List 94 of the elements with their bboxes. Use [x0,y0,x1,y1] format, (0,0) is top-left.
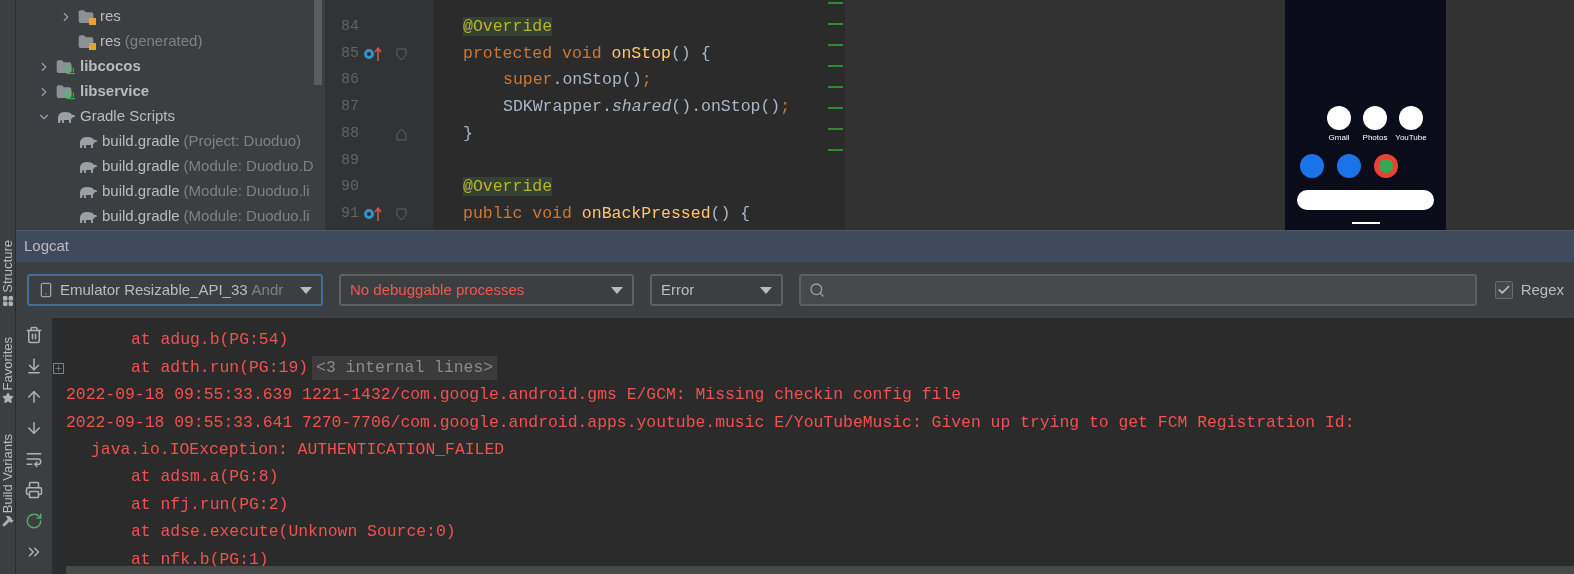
log-line: 2022-09-18 09:55:33.639 1221-1432/com.google.android.gms E/GCM: Missing checkin config file [66,384,962,407]
elephant-icon [78,159,98,174]
log-line: at nfj.run(PG:2) [131,493,289,516]
dropdown-value: No debuggable processes [350,279,525,300]
tree-item-label[interactable]: libcocos [80,55,141,78]
browser-app-icon[interactable] [1374,154,1398,178]
tree-item-label[interactable]: res [100,30,121,53]
search-bar[interactable] [1297,190,1434,210]
process-dropdown[interactable]: No debuggable processes [339,274,634,306]
dropdown-value: Emulator Resizable_API_33 [60,279,248,300]
app-label: Gmail [1328,133,1350,142]
elephant-icon [78,184,98,199]
restart-icon[interactable] [25,512,43,530]
elephant-icon [56,109,76,124]
code-line: protected void onStop() { [463,42,711,65]
side-tab-icon [1,515,14,528]
side-tab-icon [1,392,14,405]
scroll-to-end-icon[interactable] [25,357,43,375]
expand-icon[interactable] [53,362,64,374]
dropdown-value: Error [661,279,695,300]
soft-wrap-icon[interactable] [25,450,43,468]
code-line: super.onStop(); [503,69,652,92]
fold-marker-icon[interactable] [395,207,407,221]
code-line: public void onBackPressed() { [463,202,751,225]
tree-item-note: (Module: Duoduo.li [183,181,310,202]
module-folder-icon [56,58,76,75]
printer-icon[interactable] [25,481,43,499]
tree-item-note: (generated) [124,31,203,52]
log-line: at adsm.a(PG:8) [131,466,279,489]
device-icon [38,282,54,298]
side-tab[interactable]: Favorites [0,336,18,391]
fold-marker-icon[interactable] [395,127,407,141]
horizontal-scrollbar[interactable] [66,566,1574,574]
override-marker-icon[interactable] [363,206,383,223]
caret-icon [611,286,623,294]
resource-folder-icon [78,33,96,50]
elephant-icon [78,209,98,224]
caret-icon [760,286,772,294]
override-marker-icon[interactable] [363,46,383,63]
change-marker [828,2,843,4]
trash-icon[interactable] [25,326,43,344]
search-icon [809,282,825,298]
log-line: at adth.run(PG:19) [131,356,309,379]
checkmark-icon [1496,283,1511,297]
tree-item-label[interactable]: build.gradle [102,155,180,178]
down-arrow-icon[interactable] [25,419,43,437]
code-line: } [463,122,473,145]
dropdown-value-suffix: Andr [251,279,284,300]
tree-item-note: (Module: Duoduo.li [183,206,310,227]
app-label: Photos [1362,133,1388,142]
side-tab[interactable]: Build Variants [0,434,18,514]
module-folder-icon [56,83,76,100]
log-line: at adse.execute(Unknown Source:0) [131,521,456,544]
tree-item-note: (Project: Duoduo) [183,131,302,152]
side-tab[interactable]: Structure [0,240,18,293]
log-line: java.io.IOException: AUTHENTICATION_FAILED [91,438,505,461]
app-icon[interactable] [1399,106,1423,130]
tree-item-label[interactable]: build.gradle [102,130,180,153]
app-icon[interactable] [1327,106,1351,130]
tree-item-label[interactable]: build.gradle [102,205,180,228]
change-marker [828,86,843,88]
change-marker [828,44,843,46]
search-field[interactable] [799,274,1477,306]
resource-folder-icon [78,8,96,25]
change-marker [828,149,843,151]
checkbox-label: Regex [1520,279,1564,300]
app-label: YouTube [1395,133,1427,142]
log-line: at nfk.b(PG:1) [131,548,269,571]
folded-lines[interactable]: <3 internal lines> [312,355,498,381]
log-line: at adug.b(PG:54) [131,329,289,352]
panel-title: Logcat [24,236,70,257]
change-marker [828,65,843,67]
change-marker [828,107,843,109]
tree-item-label[interactable]: Gradle Scripts [80,105,176,128]
log-line: 2022-09-18 09:55:33.641 7270-7706/com.google.android.apps.youtube.music E/YouTubeMusic: Given up trying to get FCM Registration Id: [66,411,1355,434]
home-indicator[interactable] [1351,222,1380,224]
tree-item-label[interactable]: libservice [80,80,150,103]
caret-icon [300,286,312,294]
change-marker [828,23,843,25]
tree-item-label[interactable]: build.gradle [102,180,180,203]
side-tab-icon [1,294,14,307]
log-level-dropdown[interactable]: Error [650,274,783,306]
regex-checkbox[interactable] [1494,281,1513,299]
elephant-icon [78,134,98,149]
device-dropdown[interactable]: Emulator Resizable_API_33 Andr [27,274,323,306]
app-icon[interactable] [1363,106,1387,130]
change-marker [828,128,843,130]
tree-item-label[interactable]: res [100,5,121,28]
code-line: SDKWrapper.shared().onStop(); [503,96,791,119]
fold-marker-icon[interactable] [395,47,407,61]
tree-item-note: (Module: Duoduo.D [183,156,314,177]
messages-app-icon[interactable] [1337,154,1361,178]
phone-app-icon[interactable] [1300,154,1324,178]
vertical-scrollbar[interactable] [314,0,322,85]
